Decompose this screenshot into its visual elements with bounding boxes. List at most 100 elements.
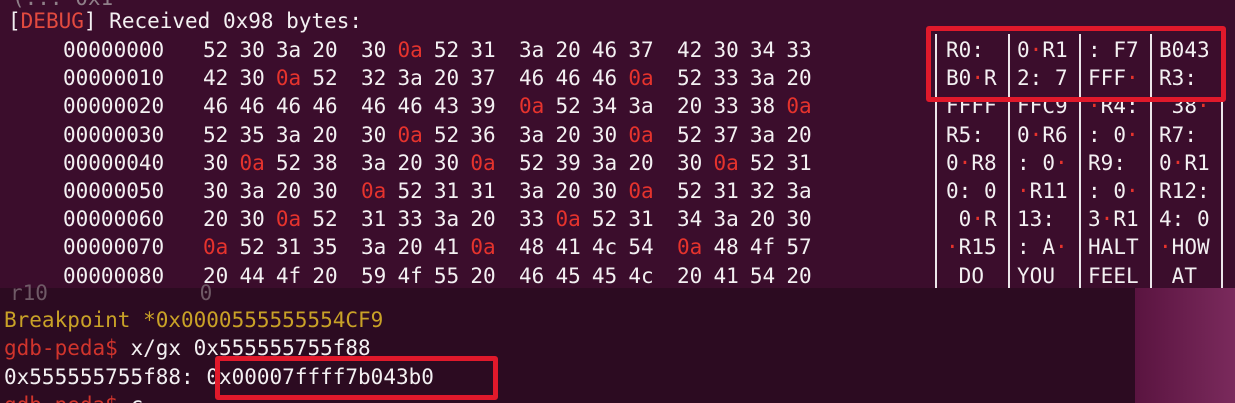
hexdump-byte: 52 [555, 94, 581, 119]
ascii-cell: DO [958, 263, 984, 288]
ascii-cell: 38· [1171, 94, 1210, 119]
gdb-command: x/gx 0x555555755f88 [117, 336, 371, 360]
hexdump-byte: 34 [591, 94, 618, 119]
hexdump-byte: 33 [713, 94, 739, 119]
hexdump-byte: 0a [397, 38, 423, 62]
ascii-cell: 2: 7 [1017, 66, 1068, 91]
ascii-cell: : 0· [1088, 122, 1139, 147]
hexdump-byte: 46 [519, 66, 545, 91]
hexdump-byte: 33 [397, 207, 423, 232]
hexdump-byte: 46 [591, 38, 618, 62]
result-value: 0x00007ffff7b043b0 [206, 365, 434, 389]
hexdump-byte: 20 [786, 122, 812, 147]
hexdump-byte: 30 [312, 178, 338, 203]
command-line: gdb-peda$ x/gx 0x555555755f88 [4, 334, 371, 362]
ascii-cell: 0: 0 [946, 179, 997, 203]
ascii-cell: 0·R6 [1017, 122, 1068, 147]
hexdump-byte: 39 [470, 94, 496, 119]
hexdump-byte: 3a [713, 207, 739, 232]
ascii-cell: 0·R1 [1017, 38, 1068, 62]
hexdump-byte: 20 [275, 178, 302, 203]
hexdump-byte: 20 [470, 263, 496, 288]
hexdump-byte: 3a [519, 178, 545, 203]
result-address: 0x555555755f88: [4, 365, 194, 389]
hexdump-byte: 3a [275, 122, 302, 147]
hexdump-byte: 32 [749, 178, 776, 203]
ascii-cell: 0·R [958, 207, 997, 232]
ascii-separator [1008, 34, 1010, 288]
hexdump-byte: 52 [591, 207, 618, 232]
hexdump-offset: 00000010 [63, 66, 165, 91]
result-line: 0x555555755f88: 0x00007ffff7b043b0 [4, 363, 434, 391]
hexdump-byte: 4c [591, 235, 618, 260]
gdb-input[interactable]: c [118, 393, 143, 403]
hexdump-byte: 52 [749, 150, 776, 175]
input-line[interactable]: gdb-peda$ c [4, 391, 143, 403]
hexdump-byte: 45 [555, 263, 581, 288]
hexdump-byte: 0a [713, 150, 739, 175]
hexdump-byte: 52 [239, 235, 265, 260]
hexdump-byte: 31 [628, 207, 654, 232]
terminal-window: (... 0x1 [DEBUG] Received 0x98 bytes: 00… [0, 0, 1235, 403]
register-cutoff-line: r10 0 [10, 281, 213, 305]
hexdump-byte: 55 [433, 263, 460, 288]
hexdump-byte: 30 [239, 66, 265, 91]
hexdump-byte: 20 [677, 263, 703, 288]
debug-tag: DEBUG [20, 9, 84, 33]
hexdump-byte: 30 [203, 178, 229, 203]
hexdump-offset: 00000030 [63, 122, 165, 147]
ascii-cell: R7: [1159, 122, 1197, 147]
hexdump-byte: 20 [312, 38, 338, 62]
hexdump-byte: 30 [239, 38, 265, 62]
hexdump-byte: 4f [275, 263, 302, 288]
hexdump-byte: 20 [555, 122, 581, 147]
hexdump-byte: 46 [312, 94, 338, 119]
hexdump-byte: 4f [749, 235, 776, 260]
hexdump-byte: 0a [628, 122, 654, 147]
hexdump-offset: 00000000 [63, 38, 165, 62]
debug-bracket-open: [ [8, 9, 21, 33]
hexdump-byte: 52 [203, 122, 229, 147]
hexdump-offset: 00000040 [63, 150, 165, 175]
hexdump-byte: 30 [591, 178, 618, 203]
hexdump-byte: 20 [555, 178, 581, 203]
hexdump-byte: 46 [519, 263, 545, 288]
hexdump-byte: 46 [555, 66, 581, 91]
debug-message: Received 0x98 bytes: [96, 9, 363, 33]
hexdump-byte: 30 [361, 122, 387, 147]
hexdump-byte: 0a [519, 94, 545, 119]
ascii-cell: 0·R8 [946, 150, 997, 175]
hexdump-byte: 30 [203, 150, 229, 175]
ascii-cell: AT [1171, 263, 1197, 288]
hexdump-byte: 41 [433, 235, 460, 260]
hexdump-byte: 3a [397, 66, 423, 91]
hexdump-byte: 38 [312, 150, 338, 175]
hexdump-byte: 31 [470, 38, 496, 62]
hexdump-byte: 20 [397, 235, 423, 260]
hexdump-byte: 20 [433, 66, 460, 91]
hexdump-byte: 3a [519, 122, 545, 147]
hexdump-byte: 45 [591, 263, 618, 288]
gdb-prompt-current: gdb-peda$ [4, 393, 118, 403]
ascii-cell: HALT [1088, 235, 1139, 260]
debug-line: [DEBUG] Received 0x98 bytes: [8, 8, 362, 34]
hexdump-byte: 46 [239, 94, 265, 119]
hexdump-byte: 31 [275, 235, 302, 260]
ascii-cell: YOU [1017, 263, 1055, 288]
ascii-cell: R12: [1159, 179, 1210, 203]
ascii-cell: 3·R1 [1088, 207, 1139, 232]
hexdump-byte: 0a [275, 207, 302, 232]
hexdump-byte: 0a [397, 122, 423, 147]
hexdump-byte: 46 [397, 94, 423, 119]
hexdump-byte: 4f [397, 263, 423, 288]
hexdump-byte: 46 [591, 66, 618, 91]
debug-output-pane: (... 0x1 [DEBUG] Received 0x98 bytes: 00… [0, 0, 1235, 288]
hexdump-offset: 00000050 [63, 178, 165, 203]
ascii-separator [1079, 34, 1081, 288]
hexdump-byte: 3a [591, 150, 618, 175]
hexdump-ascii-column: R0: 0·R1: F7 B043 B0·R 2: 7 FFF· R3: FFFF FFC9… [935, 34, 1223, 288]
hexdump-byte: 30 [713, 38, 739, 62]
hexdump-byte: 20 [470, 207, 496, 232]
hexdump-offset: 00000060 [63, 207, 165, 232]
hexdump-byte: 57 [786, 235, 812, 260]
